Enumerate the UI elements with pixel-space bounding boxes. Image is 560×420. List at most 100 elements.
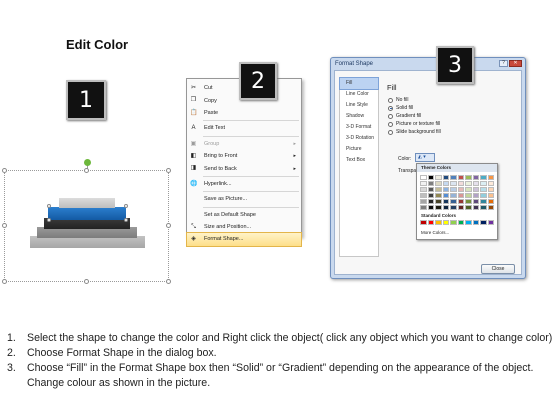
color-swatch[interactable]	[487, 181, 494, 186]
color-swatch[interactable]	[450, 199, 457, 204]
resize-handle[interactable]	[2, 223, 7, 228]
close-button[interactable]: Close	[481, 264, 515, 274]
color-swatch[interactable]	[465, 193, 472, 198]
resize-handle[interactable]	[166, 168, 171, 173]
tier-handle[interactable]	[124, 204, 128, 208]
color-swatch[interactable]	[435, 205, 442, 210]
color-swatch[interactable]	[457, 193, 464, 198]
color-swatch[interactable]	[472, 187, 479, 192]
color-swatch[interactable]	[487, 199, 494, 204]
nav-item-line-color[interactable]: Line Color	[340, 89, 378, 100]
nav-item-shadow[interactable]: Shadow	[340, 111, 378, 122]
menu-item-edit-text[interactable]: A Edit Text	[187, 122, 301, 134]
color-swatch[interactable]	[457, 187, 464, 192]
color-swatch[interactable]	[465, 175, 472, 180]
radio-button[interactable]	[388, 97, 393, 103]
color-swatch[interactable]	[420, 181, 427, 186]
menu-item-format-shape[interactable]: ◈ Format Shape...	[186, 232, 302, 247]
color-swatch[interactable]	[450, 181, 457, 186]
more-colors-link[interactable]: More Colors...	[421, 230, 449, 235]
color-swatch[interactable]	[427, 175, 434, 180]
color-swatch[interactable]	[420, 187, 427, 192]
fill-option[interactable]: Picture or texture fill	[388, 121, 440, 127]
menu-item-group[interactable]: ▣ Group ▸	[187, 138, 301, 150]
standard-color-swatch[interactable]	[420, 220, 427, 225]
color-swatch[interactable]	[435, 181, 442, 186]
menu-item-set-as-default-shape[interactable]: Set as Default Shape	[187, 209, 301, 221]
menu-item-send-to-back[interactable]: ◨ Send to Back ▸	[187, 162, 301, 174]
color-swatch[interactable]	[480, 187, 487, 192]
color-swatch[interactable]	[465, 187, 472, 192]
resize-handle[interactable]	[2, 168, 7, 173]
standard-color-swatch[interactable]	[457, 220, 464, 225]
fill-option[interactable]: Solid fill	[388, 105, 413, 111]
resize-handle[interactable]	[2, 279, 7, 284]
nav-item-fill[interactable]: Fill	[339, 77, 379, 90]
pyramid-tier-top[interactable]	[59, 198, 115, 208]
resize-handle[interactable]	[84, 279, 89, 284]
color-swatch[interactable]	[442, 199, 449, 204]
color-swatch[interactable]	[450, 175, 457, 180]
color-picker-button[interactable]: ◭ ▾	[415, 153, 435, 162]
nav-item-3-d-format[interactable]: 3-D Format	[340, 122, 378, 133]
color-swatch[interactable]	[480, 205, 487, 210]
radio-button[interactable]	[388, 113, 393, 119]
nav-item-3-d-rotation[interactable]: 3-D Rotation	[340, 133, 378, 144]
color-swatch[interactable]	[427, 187, 434, 192]
color-swatch[interactable]	[435, 175, 442, 180]
color-swatch[interactable]	[487, 187, 494, 192]
pyramid-tier-selected[interactable]	[48, 207, 126, 220]
color-swatch[interactable]	[442, 175, 449, 180]
standard-color-swatch[interactable]	[450, 220, 457, 225]
color-swatch[interactable]	[465, 199, 472, 204]
nav-item-picture[interactable]: Picture	[340, 144, 378, 155]
tier-handle[interactable]	[124, 218, 128, 222]
color-swatch[interactable]	[435, 199, 442, 204]
nav-item-line-style[interactable]: Line Style	[340, 100, 378, 111]
standard-color-swatch[interactable]	[442, 220, 449, 225]
color-swatch[interactable]	[450, 193, 457, 198]
close-x-button[interactable]: ✕	[509, 60, 522, 67]
color-swatch[interactable]	[465, 181, 472, 186]
color-swatch[interactable]	[480, 199, 487, 204]
color-swatch[interactable]	[480, 193, 487, 198]
color-swatch[interactable]	[465, 205, 472, 210]
color-swatch[interactable]	[480, 175, 487, 180]
color-swatch[interactable]	[442, 205, 449, 210]
color-swatch[interactable]	[442, 193, 449, 198]
menu-item-size-and-position[interactable]: ⤡ Size and Position...	[187, 221, 301, 233]
nav-item-text-box[interactable]: Text Box	[340, 155, 378, 166]
color-swatch[interactable]	[450, 187, 457, 192]
resize-handle[interactable]	[166, 279, 171, 284]
color-swatch[interactable]	[480, 181, 487, 186]
radio-button[interactable]	[388, 121, 393, 127]
color-swatch[interactable]	[442, 187, 449, 192]
menu-item-hyperlink[interactable]: 🌐 Hyperlink...	[187, 178, 301, 190]
color-swatch[interactable]	[427, 193, 434, 198]
standard-color-swatch[interactable]	[427, 220, 434, 225]
rotation-handle[interactable]	[84, 159, 91, 166]
color-swatch[interactable]	[427, 205, 434, 210]
color-swatch[interactable]	[487, 175, 494, 180]
menu-item-bring-to-front[interactable]: ◧ Bring to Front ▸	[187, 150, 301, 162]
fill-option[interactable]: Slide background fill	[388, 129, 441, 135]
standard-color-swatch[interactable]	[487, 220, 494, 225]
radio-button[interactable]	[388, 129, 393, 135]
color-swatch[interactable]	[487, 193, 494, 198]
color-swatch[interactable]	[457, 205, 464, 210]
color-swatch[interactable]	[487, 205, 494, 210]
color-swatch[interactable]	[427, 181, 434, 186]
color-swatch[interactable]	[457, 181, 464, 186]
color-swatch[interactable]	[472, 193, 479, 198]
standard-color-swatch[interactable]	[435, 220, 442, 225]
tier-handle[interactable]	[47, 218, 51, 222]
color-swatch[interactable]	[457, 175, 464, 180]
color-swatch[interactable]	[420, 205, 427, 210]
color-swatch[interactable]	[450, 205, 457, 210]
color-swatch[interactable]	[472, 205, 479, 210]
color-swatch[interactable]	[442, 181, 449, 186]
help-button[interactable]: ?	[499, 60, 508, 67]
color-swatch[interactable]	[435, 187, 442, 192]
menu-item-paste[interactable]: 📋 Paste	[187, 107, 301, 119]
tier-handle[interactable]	[47, 204, 51, 208]
